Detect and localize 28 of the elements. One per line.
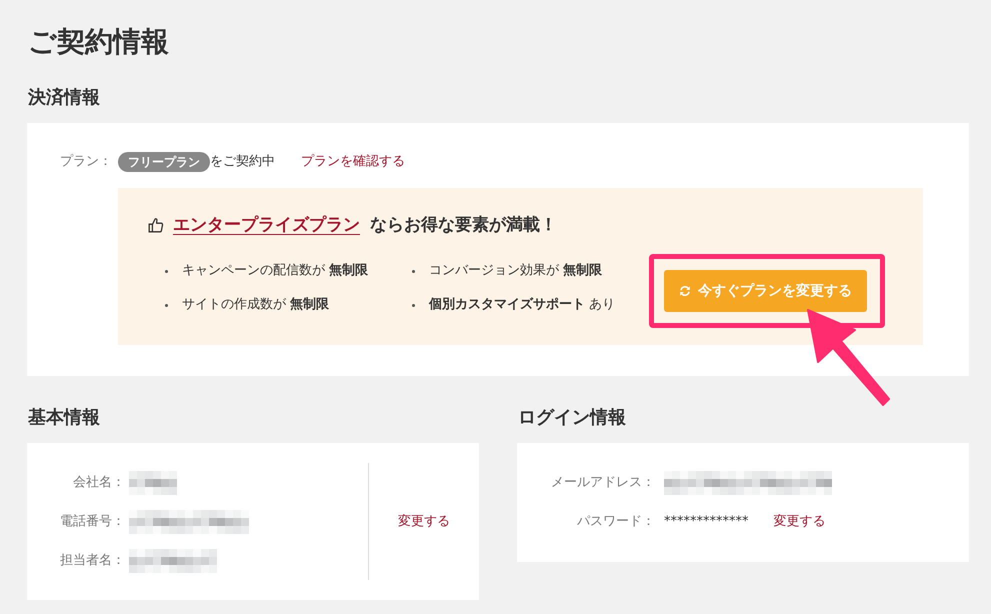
page-title: ご契約情報 <box>28 25 170 59</box>
bullet-icon <box>412 304 415 306</box>
change-link[interactable]: 変更する <box>774 512 826 532</box>
change-link[interactable]: 変更する <box>398 512 450 532</box>
feature-text: キャンペーンの配信数が 無制限 <box>182 262 368 280</box>
plan-status-text: をご契約中 <box>210 153 275 171</box>
bullet-icon <box>412 270 415 272</box>
password-value: ************* <box>664 512 748 531</box>
feature-text: サイトの作成数が 無制限 <box>182 296 330 314</box>
bullet-icon <box>165 270 168 272</box>
enterprise-plan-link[interactable]: エンタープライズプラン <box>173 213 360 237</box>
feature-text: 個別カスタマイズサポート あり <box>429 296 616 314</box>
feature-text: コンバージョン効果が 無制限 <box>429 262 602 280</box>
section-heading: ログイン情報 <box>518 407 627 429</box>
section-heading: 基本情報 <box>28 407 101 429</box>
check-plan-link[interactable]: プランを確認する <box>301 151 405 173</box>
field-label: 電話番号： <box>59 512 125 531</box>
thumbs-up-icon <box>148 217 164 233</box>
promo-headline: ならお得な要素が満載！ <box>370 214 557 237</box>
refresh-icon <box>679 285 691 297</box>
field-label: パスワード： <box>576 512 655 531</box>
field-label: プラン： <box>60 153 113 171</box>
plan-badge: フリープラン <box>118 152 210 172</box>
bullet-icon <box>165 304 168 306</box>
field-label: メールアドレス： <box>550 474 655 492</box>
field-label: 担当者名： <box>59 552 125 570</box>
section-heading: 決済情報 <box>28 87 101 109</box>
field-label: 会社名： <box>72 474 125 492</box>
